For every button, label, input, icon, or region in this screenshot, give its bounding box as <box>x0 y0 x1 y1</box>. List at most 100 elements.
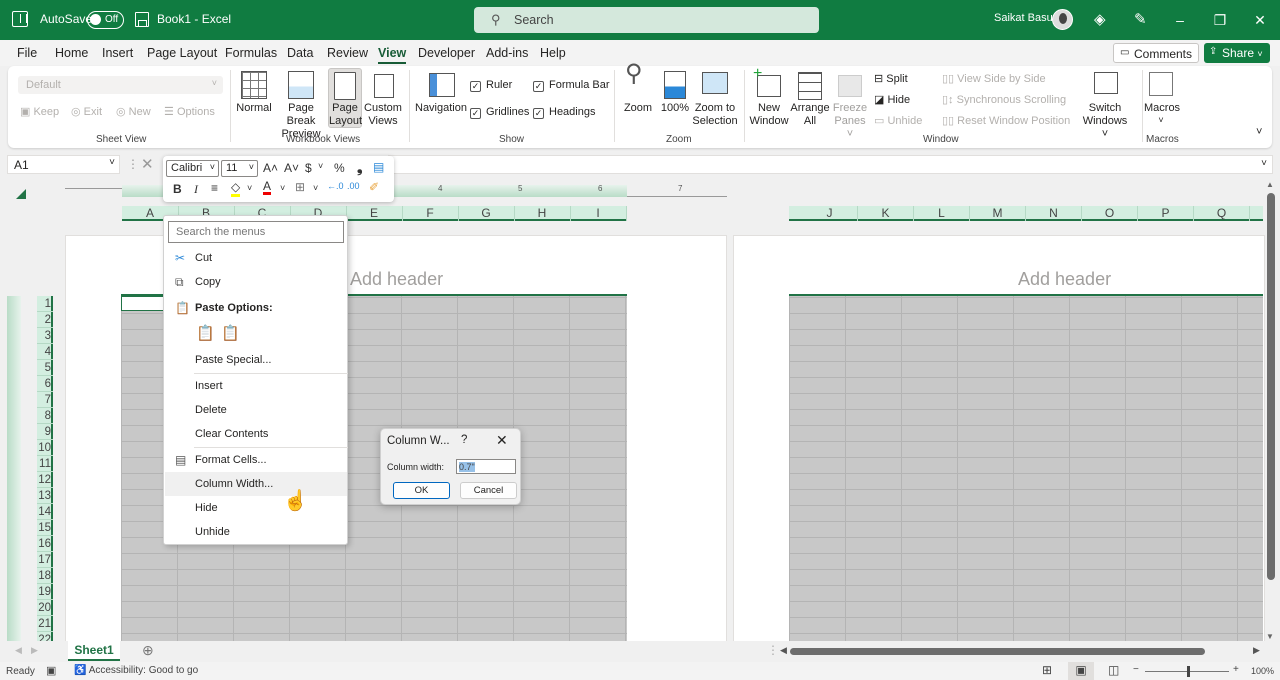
merge-center-icon[interactable]: ▤ <box>373 160 384 174</box>
cancel-x-icon[interactable]: ✕ <box>141 155 154 173</box>
percent-icon[interactable]: % <box>334 161 345 175</box>
scroll-left-icon[interactable]: ◀ <box>780 645 787 656</box>
chevron-down-icon[interactable]: ˅ <box>318 161 323 171</box>
column-width-input[interactable]: 0.7" <box>456 459 516 474</box>
menu-item-delete[interactable]: Delete <box>165 398 347 422</box>
column-header-f[interactable]: F <box>403 206 459 221</box>
minimize-button[interactable]: – <box>1165 8 1195 32</box>
row-header-13[interactable]: 13 <box>37 488 53 504</box>
zoom-level[interactable]: 100% <box>1251 666 1274 676</box>
page-break-view-icon[interactable]: ◫ <box>1108 663 1119 677</box>
split-button[interactable]: ⊟ Split <box>874 72 908 85</box>
reset-window-position-button[interactable]: ▯▯ Reset Window Position <box>942 114 1070 127</box>
column-header-n[interactable]: N <box>1026 206 1082 221</box>
active-cell-a1[interactable] <box>121 296 169 311</box>
row-header-20[interactable]: 20 <box>37 600 53 616</box>
dialog-close-button[interactable]: ✕ <box>496 432 508 449</box>
avatar[interactable] <box>1052 9 1073 30</box>
premium-diamond-icon[interactable]: ◈ <box>1094 10 1106 28</box>
paste-values-icon[interactable]: 📋 <box>221 324 240 342</box>
tab-view[interactable]: View <box>378 46 407 64</box>
column-header-h[interactable]: H <box>515 206 571 221</box>
row-header-7[interactable]: 7 <box>37 392 53 408</box>
tab-help[interactable]: Help <box>540 46 566 60</box>
tab-file[interactable]: File <box>17 46 37 60</box>
borders-icon[interactable]: ⊞ <box>295 180 305 194</box>
tab-add-ins[interactable]: Add-ins <box>486 46 528 60</box>
prev-sheet-icon[interactable]: ◀ <box>15 645 22 656</box>
format-painter-icon[interactable]: ✐ <box>369 180 379 194</box>
custom-views-button[interactable]: Custom Views <box>364 69 402 129</box>
menu-item-column-width[interactable]: Column Width... <box>165 472 347 496</box>
increase-decimal-icon[interactable]: ←.0 <box>327 181 344 191</box>
synchronous-scrolling-button[interactable]: ▯↕ Synchronous Scrolling <box>942 93 1066 106</box>
chevron-down-icon[interactable]: ˅ <box>313 183 318 193</box>
page-break-preview-button[interactable]: Page Break Preview <box>274 69 328 140</box>
zoom-to-selection-button[interactable]: Zoom to Selection <box>692 69 738 129</box>
row-header-19[interactable]: 19 <box>37 584 53 600</box>
sheet-tab-sheet1[interactable]: Sheet1 <box>68 641 120 661</box>
comma-style-icon[interactable]: ❟ <box>357 159 363 176</box>
vertical-ruler[interactable] <box>7 296 21 641</box>
tab-review[interactable]: Review <box>327 46 368 60</box>
column-header-l[interactable]: L <box>914 206 970 221</box>
formula-bar-checkbox[interactable]: ✓ Formula Bar <box>533 79 610 92</box>
normal-view-icon[interactable]: ⊞ <box>1042 663 1052 677</box>
add-sheet-icon[interactable]: ⊕ <box>142 642 154 659</box>
search-box[interactable]: ⚲ Search <box>474 7 819 33</box>
row-header-12[interactable]: 12 <box>37 472 53 488</box>
italic-icon[interactable]: I <box>194 182 198 197</box>
menu-item-clear-contents[interactable]: Clear Contents <box>165 422 347 446</box>
vertical-scrollbar[interactable] <box>1267 193 1275 580</box>
column-header-i[interactable]: I <box>571 206 627 221</box>
cancel-button[interactable]: Cancel <box>460 482 517 499</box>
help-button[interactable]: ? <box>461 434 467 446</box>
horizontal-scrollbar[interactable] <box>790 648 1205 655</box>
save-icon[interactable] <box>135 12 149 27</box>
comments-button[interactable]: ▭ Comments <box>1113 43 1199 63</box>
tab-data[interactable]: Data <box>287 46 313 60</box>
freeze-panes-button[interactable]: Freeze Panes ˅ <box>831 69 869 140</box>
row-header-14[interactable]: 14 <box>37 504 53 520</box>
column-header-g[interactable]: G <box>459 206 515 221</box>
decrease-decimal-icon[interactable]: .00 <box>347 181 360 191</box>
tab-page-layout[interactable]: Page Layout <box>147 46 217 60</box>
column-header-m[interactable]: M <box>970 206 1026 221</box>
add-header-page2[interactable]: Add header <box>1018 269 1111 290</box>
ruler-checkbox[interactable]: ✓ Ruler <box>470 79 512 92</box>
row-header-8[interactable]: 8 <box>37 408 53 424</box>
drag-handle-icon[interactable]: ⋮ <box>127 157 139 171</box>
headings-checkbox[interactable]: ✓ Headings <box>533 106 595 119</box>
menu-item-hide[interactable]: Hide <box>165 496 347 520</box>
row-header-9[interactable]: 9 <box>37 424 53 440</box>
menu-item-cut[interactable]: ✂ Cut <box>165 246 347 270</box>
column-header-e[interactable]: E <box>347 206 403 221</box>
tab-home[interactable]: Home <box>55 46 88 60</box>
tab-insert[interactable]: Insert <box>102 46 133 60</box>
macro-record-icon[interactable]: ▣ <box>46 664 56 677</box>
menu-item-paste-special[interactable]: Paste Special... <box>165 348 347 372</box>
close-button[interactable]: ✕ <box>1245 8 1275 32</box>
gridlines-checkbox[interactable]: ✓ Gridlines <box>470 106 529 119</box>
normal-view-button[interactable]: Normal <box>236 69 272 129</box>
zoom-slider-thumb[interactable] <box>1187 666 1190 677</box>
share-button[interactable]: ⇪ Share ˅ <box>1204 43 1270 63</box>
tab-splitter-icon[interactable]: ⋮ <box>767 643 779 657</box>
menu-search-input[interactable]: Search the menus <box>168 221 344 243</box>
new-view-button[interactable]: ◎ New <box>116 105 151 118</box>
menu-item-copy[interactable]: ⧉ Copy <box>165 270 347 294</box>
arrange-all-button[interactable]: Arrange All <box>789 69 831 129</box>
row-header-3[interactable]: 3 <box>37 328 53 344</box>
view-side-by-side-button[interactable]: ▯▯ View Side by Side <box>942 72 1046 85</box>
tab-developer[interactable]: Developer <box>418 46 475 60</box>
hide-button[interactable]: ◪ Hide <box>874 93 910 106</box>
sheet-view-dropdown[interactable]: Default ˅ <box>18 76 223 94</box>
row-header-1[interactable]: 1 <box>37 296 53 312</box>
row-header-10[interactable]: 10 <box>37 440 53 456</box>
select-all-icon[interactable] <box>16 189 26 199</box>
row-header-2[interactable]: 2 <box>37 312 53 328</box>
row-header-15[interactable]: 15 <box>37 520 53 536</box>
row-header-16[interactable]: 16 <box>37 536 53 552</box>
cell-grid-page2[interactable] <box>789 294 1263 641</box>
macros-button[interactable]: Macros ˅ <box>1144 69 1180 129</box>
